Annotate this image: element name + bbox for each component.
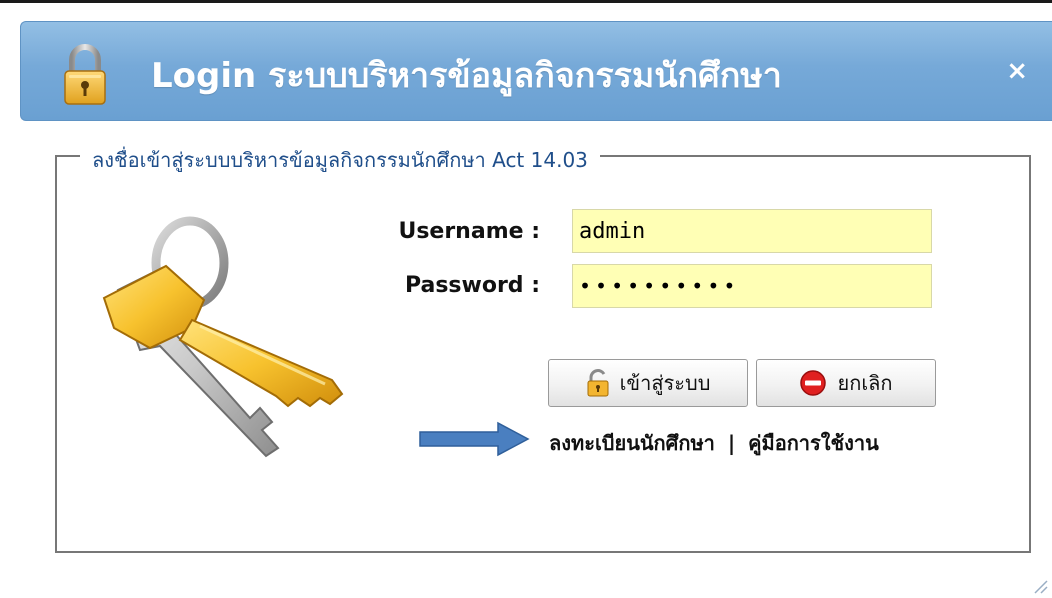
register-link[interactable]: ลงทะเบียนนักศึกษา [549,431,715,455]
close-button[interactable]: × [1006,56,1028,86]
username-label: Username : [398,219,540,244]
login-button[interactable]: เข้าสู่ระบบ [548,359,748,407]
no-entry-icon [800,370,827,396]
resize-grip-icon[interactable] [1032,578,1048,594]
keys-icon [102,216,344,458]
dialog-title: Login ระบบบริหารข้อมูลกิจกรรมนักศึกษา [151,56,782,96]
username-input[interactable] [572,209,932,253]
footer-links: ลงทะเบียนนักศึกษา | คู่มือการใช้งาน [549,427,879,459]
login-dialog: Login ระบบบริหารข้อมูลกิจกรรมนักศึกษา × … [0,3,1052,598]
arrow-right-icon [419,421,530,457]
password-input[interactable] [572,264,932,308]
fieldset-legend: ลงชื่อเข้าสู่ระบบบริหารข้อมูลกิจกรรมนักศ… [80,144,600,176]
dialog-titlebar[interactable]: Login ระบบบริหารข้อมูลกิจกรรมนักศึกษา × [20,21,1052,121]
password-label: Password : [404,273,540,298]
login-button-label: เข้าสู่ระบบ [619,371,711,395]
unlocked-padlock-icon [587,369,609,397]
link-separator: | [727,431,736,455]
manual-link[interactable]: คู่มือการใช้งาน [748,431,879,455]
padlock-icon [64,44,106,105]
cancel-button[interactable]: ยกเลิก [756,359,936,407]
cancel-button-label: ยกเลิก [837,371,893,395]
